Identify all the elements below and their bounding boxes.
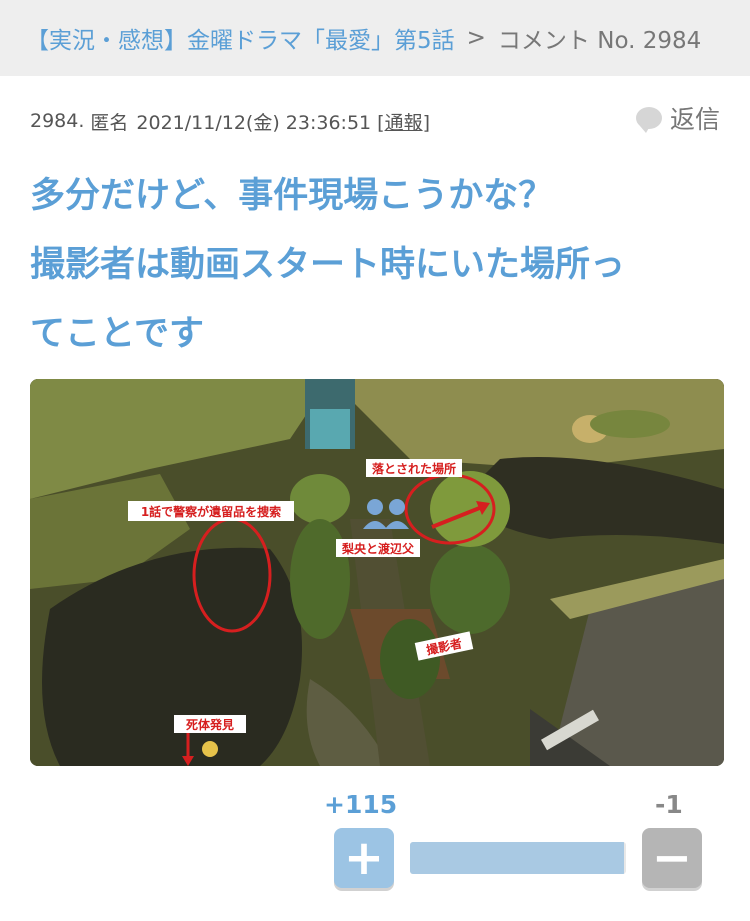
aerial-photo: 1話で警察が遺留品を捜索 落とされた場所 梨央と渡辺父 撮影者 死体発見 [30,379,724,766]
speech-bubble-icon [635,107,662,133]
comment-meta: 2984. 匿名 2021/11/12(金) 23:36:51 [通報] [30,106,720,136]
plus-icon: + [343,830,385,886]
annotation-people: 梨央と渡辺父 [341,541,415,556]
breadcrumb-thread-link[interactable]: 【実況・感想】金曜ドラマ「最愛」第5話 [26,21,455,55]
vote-ratio-bar [410,842,626,874]
report-wrapper: [通報] [377,108,430,135]
report-bracket-open: [ [377,111,385,134]
comment-body-line: てことです [30,314,204,354]
breadcrumb-current: コメント No. 2984 [497,28,702,54]
minus-vote-button[interactable]: − [642,828,702,888]
comment-body-line: 多分だけど、事件現場こうかな？ [30,176,554,216]
vote-ratio-fill [410,842,625,874]
annotation-dropped: 落とされた場所 [372,461,456,476]
comment-number: 2984. [30,110,85,132]
report-bracket-close: ] [422,111,430,134]
reply-label: 返信 [669,105,720,134]
breadcrumb: 【実況・感想】金曜ドラマ「最愛」第5話 > コメント No. 2984 [0,0,750,76]
comment-body-line: 撮影者は動画スタート時にいた場所っ [30,245,626,285]
annotation-search: 1話で警察が遺留品を捜索 [141,504,281,519]
comment-image[interactable]: 1話で警察が遺留品を捜索 落とされた場所 梨央と渡辺父 撮影者 死体発見 [30,379,724,766]
plus-vote-count: +115 [324,790,398,819]
plus-vote-button[interactable]: + [334,828,394,888]
reply-button[interactable]: 返信 [635,100,720,136]
annotation-body-found: 死体発見 [186,717,234,732]
comment-body: 多分だけど、事件現場こうかな？ 撮影者は動画スタート時にいた場所っ てことです [30,162,730,369]
comment-datetime: 2021/11/12(金) 23:36:51 [136,111,372,134]
breadcrumb-separator: > [466,25,486,51]
report-link[interactable]: 通報 [385,112,423,134]
minus-vote-count: -1 [655,790,683,819]
minus-icon: − [651,830,693,886]
comment-author: 匿名 [90,111,129,134]
